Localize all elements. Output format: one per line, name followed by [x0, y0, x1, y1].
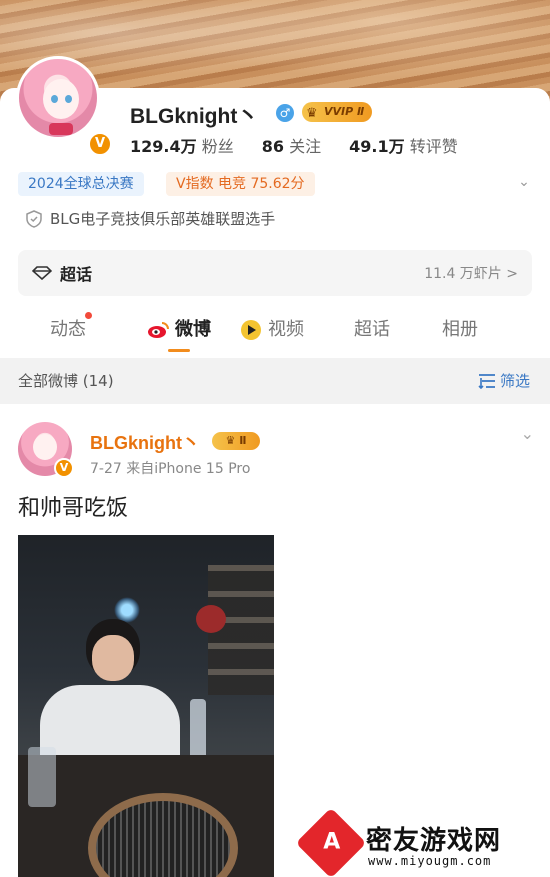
- site-logo-icon: A: [295, 807, 367, 877]
- tag-worlds-2024[interactable]: 2024全球总决赛: [18, 172, 144, 196]
- filter-icon: [478, 373, 495, 389]
- vip-level-badge[interactable]: ♛ Ⅱ: [212, 432, 260, 450]
- stat-likes[interactable]: 49.1万 转评赞: [349, 133, 458, 157]
- stat-label: 转评赞: [409, 137, 458, 156]
- stat-following[interactable]: 86 关注: [262, 133, 321, 157]
- chaohua-count: 11.4 万虾片 >: [424, 266, 518, 282]
- tab-album[interactable]: 相册: [422, 306, 498, 354]
- vvip-badge[interactable]: ♛ VVIP Ⅱ: [302, 102, 373, 122]
- chevron-down-icon[interactable]: ⌄: [521, 424, 534, 443]
- tab-label: 动态: [50, 319, 86, 340]
- post-meta: 7-27 来自iPhone 15 Pro: [90, 461, 251, 477]
- photo-person-face: [92, 635, 134, 681]
- avatar-eye: [51, 95, 58, 103]
- verified-v-icon: V: [54, 458, 74, 478]
- stat-value: 49.1万: [349, 137, 405, 156]
- tag-v-index[interactable]: V指数 电竞 75.62分: [166, 172, 315, 196]
- post-card[interactable]: V BLGknight丶 ♛ Ⅱ 7-27 来自iPhone 15 Pro ⌄ …: [0, 404, 550, 877]
- avatar[interactable]: [16, 56, 100, 140]
- verified-v-icon: V: [88, 132, 112, 156]
- stat-label: 粉丝: [201, 137, 234, 156]
- profile-tabs: 动态 微博 视频 超话 相册: [0, 306, 550, 356]
- chevron-down-icon[interactable]: ⌄: [514, 172, 534, 192]
- unread-dot: [85, 312, 92, 319]
- bio-text: BLG电子竞技俱乐部英雄联盟选手: [50, 210, 276, 228]
- photo-flowers: [196, 605, 226, 633]
- watermark-title: 密友游戏网: [366, 826, 502, 856]
- vip-level-label: Ⅱ: [239, 434, 247, 447]
- shield-icon: [26, 209, 42, 228]
- post-photo[interactable]: [18, 535, 274, 877]
- active-tab-indicator: [168, 349, 190, 352]
- tab-label: 超话: [354, 319, 390, 340]
- profile-bio: BLG电子竞技俱乐部英雄联盟选手: [26, 208, 275, 229]
- watermark-url: www.miyougm.com: [368, 854, 492, 868]
- tab-weibo[interactable]: 微博: [136, 306, 222, 354]
- filter-label: 筛选: [499, 372, 530, 390]
- photo-glass: [28, 747, 56, 807]
- photo-bottle: [190, 699, 206, 759]
- stat-value: 86: [261, 137, 284, 156]
- chaohua-entry[interactable]: 超话 11.4 万虾片 >: [18, 250, 532, 296]
- stat-value: 129.4万: [130, 137, 197, 156]
- male-gender-icon: ♂: [276, 104, 294, 122]
- avatar-bow: [49, 123, 73, 135]
- filter-button[interactable]: 筛选: [478, 370, 530, 391]
- profile-name: BLGknight丶: [130, 105, 259, 128]
- diamond-icon: [32, 266, 52, 280]
- tab-label: 微博: [175, 319, 211, 340]
- video-icon: [241, 320, 261, 340]
- tab-label: 视频: [268, 319, 304, 340]
- avatar-face: [43, 79, 79, 119]
- tab-feed[interactable]: 动态: [0, 306, 136, 354]
- all-posts-count[interactable]: 全部微博 (14): [18, 370, 114, 391]
- post-text: 和帅哥吃饭: [18, 496, 129, 521]
- stat-followers[interactable]: 129.4万 粉丝: [130, 133, 234, 157]
- crown-icon: ♛: [306, 106, 318, 121]
- crown-icon: ♛: [225, 434, 236, 447]
- post-author[interactable]: BLGknight丶: [90, 429, 200, 455]
- site-watermark: A 密友游戏网 www.miyougm.com: [295, 807, 542, 877]
- profile-stats: 129.4万 粉丝 86 关注 49.1万 转评赞: [130, 133, 486, 157]
- weibo-icon: [148, 322, 169, 338]
- filter-bar: 全部微博 (14) 筛选: [0, 358, 550, 404]
- tab-video[interactable]: 视频: [222, 306, 322, 354]
- chaohua-label: 超话: [60, 265, 93, 284]
- tab-chaohua[interactable]: 超话: [322, 306, 422, 354]
- tab-label: 相册: [442, 319, 478, 340]
- stat-label: 关注: [289, 137, 322, 156]
- avatar-eye: [65, 95, 72, 103]
- profile-page: V BLGknight丶 ♂ ♛ VVIP Ⅱ 129.4万 粉丝 86 关注 …: [0, 0, 550, 877]
- vvip-label: VVIP Ⅱ: [324, 105, 365, 118]
- avatar-face: [33, 434, 57, 460]
